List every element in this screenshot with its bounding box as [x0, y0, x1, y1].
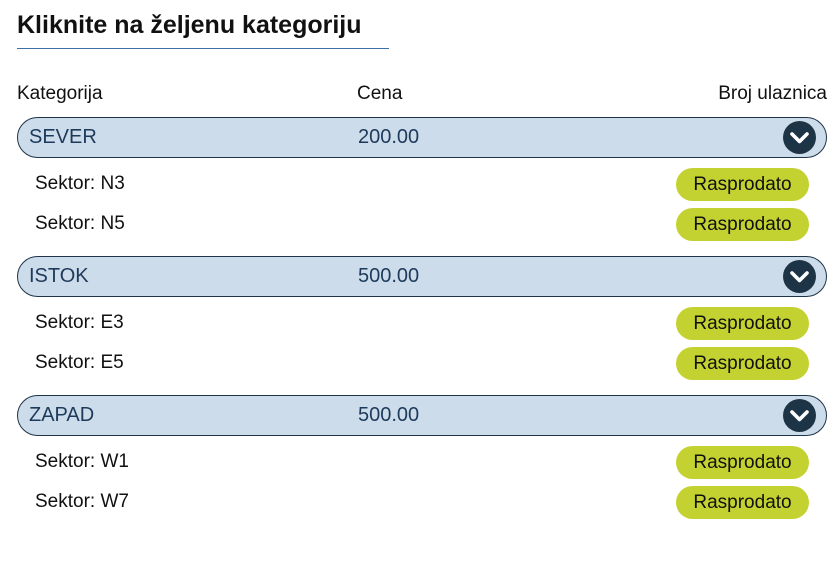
sold-out-button[interactable]: Rasprodato	[676, 208, 809, 241]
sector-row: Sektor: N5 Rasprodato	[17, 208, 827, 249]
sector-row: Sektor: W7 Rasprodato	[17, 486, 827, 527]
sector-label: Sektor: N5	[35, 213, 125, 234]
sector-list: Sektor: E3 Rasprodato Sektor: E5 Rasprod…	[17, 297, 827, 388]
table-header: Kategorija Cena Broj ulaznica	[17, 82, 827, 106]
sector-label: Sektor: E5	[35, 352, 124, 373]
chevron-down-icon[interactable]	[783, 260, 816, 293]
category-istok: ISTOK 500.00 Sektor: E3 Rasprodato Sekto…	[17, 256, 827, 388]
column-header-tickets: Broj ulaznica	[718, 83, 827, 104]
category-name: ZAPAD	[29, 404, 95, 426]
column-header-price: Cena	[357, 83, 403, 104]
sector-label: Sektor: E3	[35, 312, 124, 333]
category-header-istok[interactable]: ISTOK 500.00	[17, 256, 827, 297]
sold-out-button[interactable]: Rasprodato	[676, 347, 809, 380]
sector-label: Sektor: W1	[35, 451, 129, 472]
column-header-category: Kategorija	[17, 83, 103, 104]
category-price: 500.00	[358, 404, 420, 426]
category-price: 200.00	[358, 126, 420, 148]
sector-row: Sektor: N3 Rasprodato	[17, 168, 827, 208]
category-zapad: ZAPAD 500.00 Sektor: W1 Rasprodato Sekto…	[17, 395, 827, 527]
sector-row: Sektor: W1 Rasprodato	[17, 446, 827, 486]
page-title: Kliknite na željenu kategoriju	[17, 11, 362, 39]
sector-label: Sektor: W7	[35, 491, 129, 512]
sold-out-button[interactable]: Rasprodato	[676, 446, 809, 479]
category-list: SEVER 200.00 Sektor: N3 Rasprodato Sekto…	[17, 117, 827, 534]
sector-list: Sektor: W1 Rasprodato Sektor: W7 Rasprod…	[17, 436, 827, 527]
chevron-down-icon[interactable]	[783, 399, 816, 432]
category-header-zapad[interactable]: ZAPAD 500.00	[17, 395, 827, 436]
sector-list: Sektor: N3 Rasprodato Sektor: N5 Rasprod…	[17, 158, 827, 249]
category-sever: SEVER 200.00 Sektor: N3 Rasprodato Sekto…	[17, 117, 827, 249]
sold-out-button[interactable]: Rasprodato	[676, 307, 809, 340]
sold-out-button[interactable]: Rasprodato	[676, 168, 809, 201]
title-underline	[17, 48, 389, 49]
category-name: ISTOK	[29, 265, 89, 287]
category-header-sever[interactable]: SEVER 200.00	[17, 117, 827, 158]
sector-row: Sektor: E5 Rasprodato	[17, 347, 827, 388]
category-price: 500.00	[358, 265, 420, 287]
chevron-down-icon[interactable]	[783, 121, 816, 154]
sector-row: Sektor: E3 Rasprodato	[17, 307, 827, 347]
category-name: SEVER	[29, 126, 97, 148]
sector-label: Sektor: N3	[35, 173, 125, 194]
sold-out-button[interactable]: Rasprodato	[676, 486, 809, 519]
